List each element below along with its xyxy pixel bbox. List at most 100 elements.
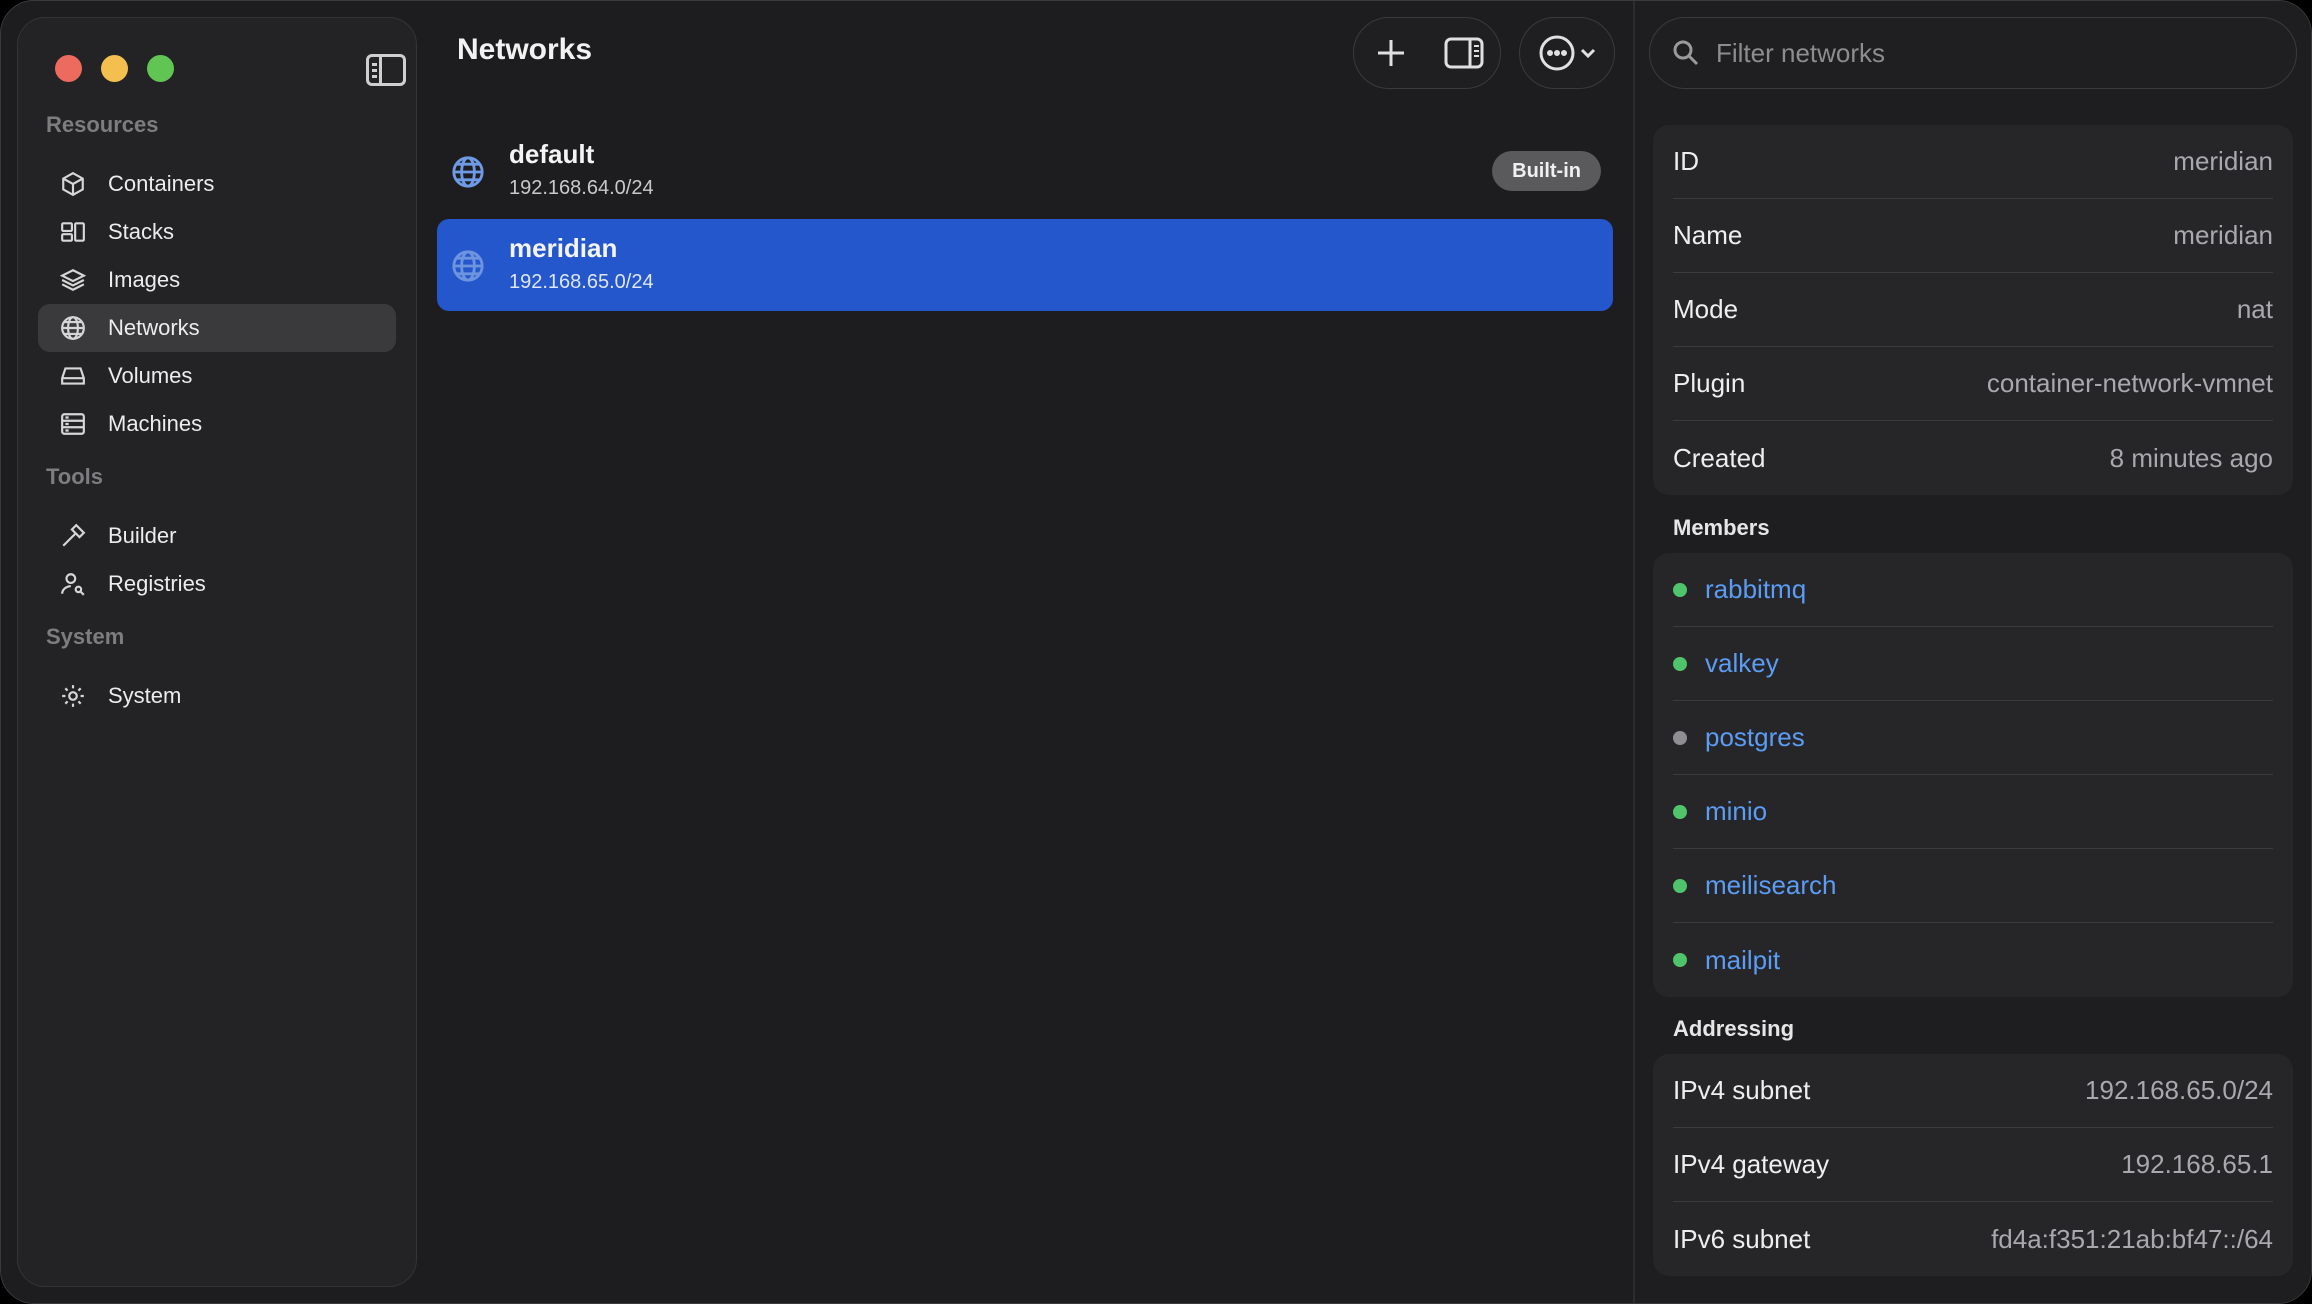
addressing-value: 192.168.65.0/24: [2085, 1075, 2273, 1105]
member-row: valkey: [1673, 627, 2273, 701]
sidebar-item-system[interactable]: System: [38, 672, 396, 720]
status-dot-running: [1673, 656, 1687, 671]
sidebar-item-label: Containers: [108, 171, 215, 196]
globe-icon: [451, 155, 485, 189]
sidebar-item-images[interactable]: Images: [38, 256, 396, 304]
more-actions-menu[interactable]: [1519, 17, 1615, 89]
inspector-panel: ID meridian Name meridian Mode nat Plugi…: [1635, 1, 2311, 1303]
info-key: Created: [1673, 442, 1766, 473]
addressing-row-ipv4-gateway: IPv4 gateway 192.168.65.1: [1673, 1128, 2273, 1202]
member-link-mailpit[interactable]: mailpit: [1705, 945, 1780, 976]
sidebar-item-label: Stacks: [108, 219, 175, 244]
addressing-heading: Addressing: [1673, 1016, 1795, 1041]
status-dot-running: [1673, 878, 1687, 893]
stacks-icon: [58, 217, 88, 247]
info-key: Plugin: [1673, 368, 1746, 398]
addressing-value: fd4a:f351:21ab:bf47::/64: [1991, 1223, 2273, 1254]
info-value: meridian: [2173, 146, 2273, 176]
toolbar-group-primary: [1353, 17, 1501, 89]
close-window-button[interactable]: [55, 55, 82, 82]
member-link-meilisearch[interactable]: meilisearch: [1705, 870, 1837, 901]
sidebar-item-label: Builder: [108, 523, 177, 548]
member-link-valkey[interactable]: valkey: [1705, 648, 1779, 679]
hammer-icon: [58, 521, 88, 551]
status-dot-running: [1673, 582, 1687, 597]
member-row: minio: [1673, 775, 2273, 849]
info-row-created: Created 8 minutes ago: [1673, 421, 2273, 495]
addressing-key: IPv6 subnet: [1673, 1223, 1811, 1254]
sidebar-item-stacks[interactable]: Stacks: [38, 208, 396, 256]
sidebar-item-label: System: [108, 683, 182, 708]
sidebar-item-networks[interactable]: Networks: [38, 304, 396, 352]
more-options-button[interactable]: [1527, 25, 1607, 81]
addressing-key: IPv4 subnet: [1673, 1075, 1811, 1105]
sidebar-item-label: Registries: [108, 571, 206, 596]
inspector-panel-icon: [1444, 37, 1483, 69]
sidebar-item-label: Networks: [108, 315, 200, 340]
sidebar-section-system: System: [46, 624, 125, 649]
member-link-minio[interactable]: minio: [1705, 796, 1767, 827]
addressing-row-ipv4-subnet: IPv4 subnet 192.168.65.0/24: [1673, 1054, 2273, 1128]
info-value: nat: [2236, 294, 2273, 324]
member-row: rabbitmq: [1673, 553, 2273, 627]
member-row: postgres: [1673, 701, 2273, 775]
search-input[interactable]: [1716, 37, 2276, 69]
sidebar: Resources Containers Stacks Images Netwo…: [17, 17, 417, 1287]
info-key: ID: [1673, 146, 1699, 176]
network-name: meridian: [509, 233, 618, 263]
chevron-down-icon: [1580, 48, 1596, 59]
sidebar-item-machines[interactable]: Machines: [38, 400, 396, 448]
minimize-window-button[interactable]: [101, 55, 128, 82]
add-network-button[interactable]: [1363, 25, 1419, 81]
member-link-postgres[interactable]: postgres: [1705, 722, 1805, 753]
info-row-plugin: Plugin container-network-vmnet: [1673, 347, 2273, 421]
sidebar-item-registries[interactable]: Registries: [38, 560, 396, 608]
info-key: Name: [1673, 220, 1743, 250]
sidebar-item-label: Volumes: [108, 363, 193, 388]
member-row: mailpit: [1673, 923, 2273, 997]
search-icon: [1673, 40, 1699, 66]
sidebar-item-containers[interactable]: Containers: [38, 160, 396, 208]
member-link-rabbitmq[interactable]: rabbitmq: [1705, 574, 1806, 605]
info-row-mode: Mode nat: [1673, 273, 2273, 347]
globe-icon: [451, 249, 485, 283]
network-row-default[interactable]: default 192.168.64.0/24 Built-in: [437, 125, 1613, 217]
network-row-meridian[interactable]: meridian 192.168.65.0/24: [437, 219, 1613, 311]
network-info-card: ID meridian Name meridian Mode nat Plugi…: [1653, 125, 2293, 495]
network-subnet: 192.168.65.0/24: [509, 271, 654, 293]
sidebar-section-resources: Resources: [46, 112, 159, 137]
info-value: container-network-vmnet: [1986, 368, 2273, 398]
server-icon: [58, 409, 88, 439]
members-heading: Members: [1673, 515, 1770, 540]
globe-icon: [58, 313, 88, 343]
drive-icon: [58, 361, 88, 391]
sidebar-item-label: Machines: [108, 411, 203, 436]
addressing-card: IPv4 subnet 192.168.65.0/24 IPv4 gateway…: [1653, 1054, 2293, 1276]
page-title: Networks: [457, 33, 593, 66]
info-key: Mode: [1673, 294, 1739, 324]
network-name: default: [509, 139, 595, 169]
ellipsis-circle-icon: [1539, 35, 1575, 71]
sidebar-item-builder[interactable]: Builder: [38, 512, 396, 560]
members-card: rabbitmq valkey postgres minio meilisear…: [1653, 553, 2293, 997]
cube-icon: [58, 169, 88, 199]
info-value: 8 minutes ago: [2109, 442, 2273, 473]
sidebar-toggle-icon[interactable]: [366, 54, 406, 86]
built-in-badge: Built-in: [1492, 151, 1601, 191]
network-subnet: 192.168.64.0/24: [509, 177, 654, 199]
status-dot-stopped: [1673, 730, 1687, 745]
zoom-window-button[interactable]: [147, 55, 174, 82]
person-key-icon: [58, 569, 88, 599]
layers-icon: [58, 265, 88, 295]
sidebar-item-label: Images: [108, 267, 181, 292]
sidebar-section-tools: Tools: [46, 464, 104, 489]
search-field[interactable]: [1649, 17, 2297, 89]
info-row-id: ID meridian: [1673, 125, 2273, 199]
status-dot-running: [1673, 804, 1687, 819]
info-row-name: Name meridian: [1673, 199, 2273, 273]
addressing-key: IPv4 gateway: [1673, 1149, 1830, 1179]
sidebar-item-volumes[interactable]: Volumes: [38, 352, 396, 400]
app-window: Resources Containers Stacks Images Netwo…: [0, 0, 2312, 1304]
info-value: meridian: [2173, 220, 2273, 250]
toggle-inspector-button[interactable]: [1436, 25, 1492, 81]
